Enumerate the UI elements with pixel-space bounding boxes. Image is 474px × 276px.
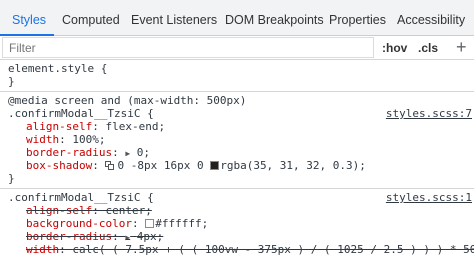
property-value[interactable]: flex-end; [105,120,165,133]
tab-event-listeners[interactable]: Event Listeners [131,0,217,36]
hover-state-toggle[interactable]: :hov [382,38,407,58]
style-property[interactable]: border-radius: ▶ 0; [26,146,150,160]
color-swatch-icon[interactable] [210,161,220,170]
style-property[interactable]: width: 100%; [26,133,106,146]
property-value[interactable]: 100%; [72,133,105,146]
style-property[interactable]: align-self: center; [26,204,152,217]
property-name[interactable]: align-self [26,120,92,133]
property-value[interactable]: 4px; [137,230,164,243]
rule-divider [0,91,474,92]
property-name[interactable]: background-color [26,217,132,230]
style-property[interactable]: background-color: #ffffff; [26,217,208,230]
property-name[interactable]: width [26,133,59,146]
property-name[interactable]: box-shadow [26,159,92,172]
property-name[interactable]: width [26,243,59,256]
source-link[interactable]: styles.scss:7 [386,107,472,120]
style-property[interactable]: border-radius: ▶ 4px; [26,230,163,244]
filter-bar: :hov .cls + [0,36,474,60]
property-value[interactable]: center; [105,204,151,217]
source-link[interactable]: styles.scss:1 [386,191,472,204]
rule-close: } [8,172,15,185]
property-value[interactable]: 0 -8px 16px 0 [117,159,210,172]
shadow-editor-icon[interactable] [105,161,115,170]
panel-tabbar: Styles Computed Event Listeners DOM Brea… [0,0,474,36]
property-name[interactable]: border-radius [26,230,112,243]
rule-divider [0,188,474,189]
tab-accessibility[interactable]: Accessibility [397,0,465,36]
rule-selector[interactable]: .confirmModal__TzsiC { [8,107,154,120]
style-property[interactable]: align-self: flex-end; [26,120,165,133]
element-style-selector[interactable]: element.style { [8,62,107,75]
new-style-rule-button[interactable]: + [456,37,467,57]
style-property[interactable]: width: calc( ( 7.5px + ( ( 100vw - 375px… [26,243,474,256]
filter-input[interactable] [2,37,374,58]
color-swatch-icon[interactable] [145,219,155,228]
property-value[interactable]: 0; [137,146,150,159]
tab-properties[interactable]: Properties [329,0,386,36]
property-name[interactable]: align-self [26,204,92,217]
style-property[interactable]: box-shadow: 0 -8px 16px 0 rgba(35, 31, 3… [26,159,366,172]
property-value[interactable]: #ffffff; [155,217,208,230]
tab-computed[interactable]: Computed [62,0,120,36]
property-name[interactable]: border-radius [26,146,112,159]
rule-selector[interactable]: .confirmModal__TzsiC { [8,191,154,204]
tab-styles[interactable]: Styles [12,0,46,36]
tab-dom-breakpoints[interactable]: DOM Breakpoints [225,0,324,36]
property-value[interactable]: calc( ( 7.5px + ( ( 100vw - 375px ) / ( … [72,243,474,256]
property-value[interactable]: rgba(35, 31, 32, 0.3); [220,159,366,172]
class-toggle[interactable]: .cls [418,38,438,58]
element-style-close: } [8,75,15,88]
media-query: @media screen and (max-width: 500px) [8,94,247,107]
